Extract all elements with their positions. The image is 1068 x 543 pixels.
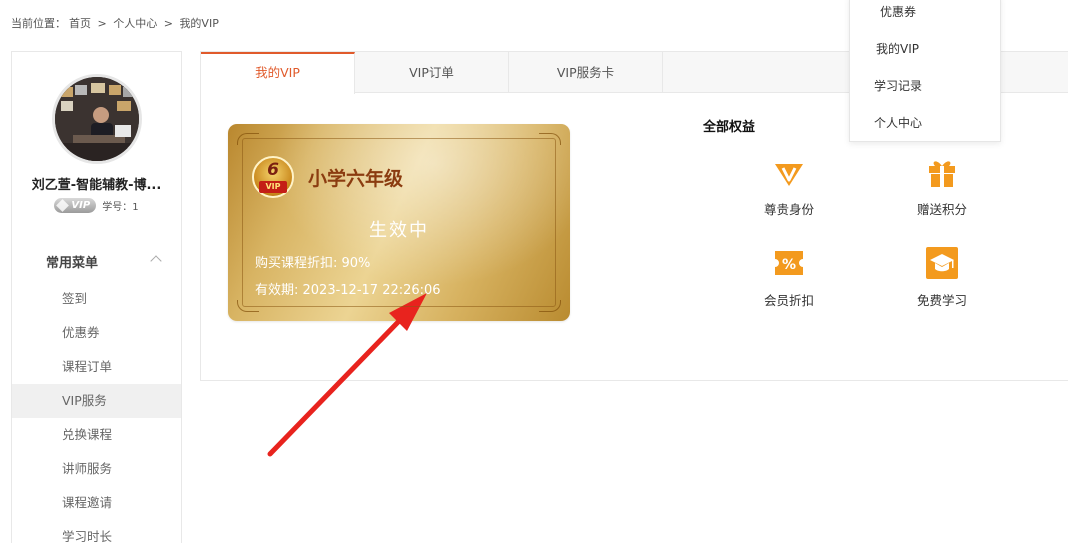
sidebar-item-checkin[interactable]: 签到 <box>12 282 181 316</box>
sidebar-item-teacher-service[interactable]: 讲师服务 <box>12 452 181 486</box>
benefits-title: 全部权益 <box>703 120 756 135</box>
benefit-bonus-points[interactable]: 赠送积分 <box>892 156 992 218</box>
vip-status-line: VIP 学号：1 <box>12 198 181 213</box>
sidebar-item-vip-service[interactable]: VIP服务 <box>12 384 181 418</box>
vip-card: 6 VIP 小学六年级 生效中 购买课程折扣: 90% 有效期: 2023-12… <box>228 124 570 321</box>
sidebar-item-coupons[interactable]: 优惠券 <box>12 316 181 350</box>
sidebar-item-course-invite[interactable]: 课程邀请 <box>12 486 181 520</box>
benefit-label: 尊贵身份 <box>763 202 814 217</box>
ornament-icon <box>237 300 259 312</box>
vip-discount: 购买课程折扣: 90% <box>255 256 371 271</box>
user-name: 刘乙萱-智能辅教-博... <box>31 178 162 193</box>
svg-text:%: % <box>782 257 796 273</box>
vip-expiry: 有效期: 2023-12-17 22:26:06 <box>255 283 441 298</box>
vip-badge-label: VIP <box>71 200 91 211</box>
breadcrumb-separator: > <box>97 17 107 30</box>
gift-icon <box>929 161 955 187</box>
benefit-label: 会员折扣 <box>763 293 814 308</box>
breadcrumb-home-link[interactable]: 首页 <box>69 17 91 30</box>
avatar[interactable] <box>52 74 142 164</box>
tab-vip-orders[interactable]: VIP订单 <box>355 52 509 93</box>
student-id: 学号：1 <box>102 202 139 213</box>
graduation-cap-icon <box>926 247 958 279</box>
benefit-label: 免费学习 <box>916 293 967 308</box>
benefit-label: 赠送积分 <box>916 202 967 217</box>
vip-status: 生效中 <box>369 220 429 241</box>
ornament-icon <box>539 133 561 145</box>
breadcrumb-separator: > <box>163 17 173 30</box>
vip-grade-title: 小学六年级 <box>308 168 404 190</box>
breadcrumb-current: 我的VIP <box>179 17 219 30</box>
grade-badge-vip-label: VIP <box>259 181 287 193</box>
menu-section-header[interactable]: 常用菜单 <box>12 248 181 272</box>
breadcrumb: 当前位置： 首页 > 个人中心 > 我的VIP <box>11 15 222 31</box>
dropdown-item-profile[interactable]: 个人中心 <box>850 110 1000 136</box>
grade-vip-badge-icon: 6 VIP <box>252 156 294 198</box>
benefit-vip-identity[interactable]: 尊贵身份 <box>739 156 839 218</box>
avatar-photo <box>55 77 139 161</box>
dropdown-item-coupons[interactable]: 优惠券 <box>850 0 1000 25</box>
v-diamond-icon <box>775 164 803 186</box>
dropdown-item-my-vip[interactable]: 我的VIP <box>850 36 1000 62</box>
percent-ticket-icon: % <box>775 251 803 275</box>
grade-badge-number: 6 <box>267 160 279 180</box>
diamond-icon <box>56 199 70 212</box>
breadcrumb-prefix: 当前位置： <box>11 17 66 30</box>
tab-my-vip[interactable]: 我的VIP <box>201 52 355 94</box>
vip-level-badge: VIP <box>54 198 97 213</box>
ornament-icon <box>237 133 259 145</box>
sidebar-item-redeem-course[interactable]: 兑换课程 <box>12 418 181 452</box>
sidebar: 刘乙萱-智能辅教-博... VIP 学号：1 常用菜单 签到 优惠券 课程订单 … <box>11 51 182 543</box>
benefit-free-study[interactable]: 免费学习 <box>892 247 992 309</box>
user-dropdown-menu: 优惠券 我的VIP 学习记录 个人中心 <box>849 0 1001 142</box>
breadcrumb-profile-link[interactable]: 个人中心 <box>113 17 157 30</box>
tab-vip-service-card[interactable]: VIP服务卡 <box>509 52 663 93</box>
sidebar-item-study-time[interactable]: 学习时长 <box>12 520 181 543</box>
ornament-icon <box>539 300 561 312</box>
chevron-up-icon <box>150 255 162 267</box>
dropdown-item-study-records[interactable]: 学习记录 <box>850 73 1000 99</box>
menu-section-title: 常用菜单 <box>46 256 99 271</box>
sidebar-item-course-orders[interactable]: 课程订单 <box>12 350 181 384</box>
benefit-member-discount[interactable]: % 会员折扣 <box>739 247 839 309</box>
